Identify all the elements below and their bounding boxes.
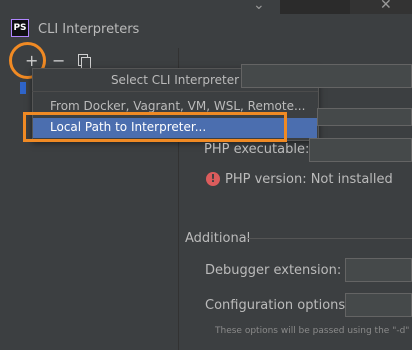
ide-background xyxy=(0,0,412,14)
ide-background-gap xyxy=(288,0,348,14)
menu-item-remote[interactable]: From Docker, Vagrant, VM, WSL, Remote... xyxy=(50,99,305,113)
remove-icon[interactable]: − xyxy=(52,53,65,69)
php-version-status: PHP version: Not installed xyxy=(225,172,393,187)
interpreter-list-selection[interactable] xyxy=(20,82,26,94)
ide-background-panel xyxy=(0,0,280,14)
configuration-hint: These options will be passed using the "… xyxy=(215,326,412,336)
chevron-down-icon: ⌄ xyxy=(253,0,265,13)
local-path-highlight xyxy=(23,112,287,142)
configuration-options-label: Configuration options: xyxy=(205,298,350,313)
debugger-extension-label: Debugger extension: xyxy=(205,263,342,278)
debugger-extension-field[interactable] xyxy=(345,258,412,282)
phpstorm-logo-icon: PS xyxy=(11,19,29,37)
name-field[interactable] xyxy=(241,64,412,88)
configuration-options-field[interactable] xyxy=(345,293,412,317)
additional-section-title: Additional xyxy=(185,231,251,246)
dialog-title: CLI Interpreters xyxy=(38,22,140,37)
php-executable-label: PHP executable: xyxy=(204,142,310,157)
section-divider xyxy=(246,238,412,239)
php-executable-field[interactable] xyxy=(309,138,412,162)
close-icon[interactable]: ✕ xyxy=(380,0,392,13)
interpreter-type-field[interactable] xyxy=(317,108,412,126)
copy-icon[interactable] xyxy=(78,54,91,69)
error-icon: ! xyxy=(206,172,220,186)
